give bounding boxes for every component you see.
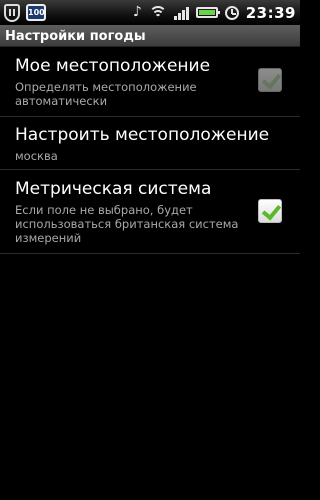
music-note-icon: ♪ [132,4,142,20]
title-bar: Настройки погоды [0,25,300,47]
page-title: Настройки погоды [5,29,146,44]
pref-configure-location[interactable]: Настроить местоположение москва [0,117,300,170]
pref-configure-location-summary: москва [15,149,58,163]
signal-strength-icon [173,6,189,20]
metric-system-checkbox[interactable] [258,199,282,223]
pref-my-location[interactable]: Мое местоположение Определять местополож… [0,47,300,117]
status-clock: 23:39 [245,3,296,22]
status-bar: 100 ♪ 23:39 [0,0,300,25]
pref-metric-system-title: Метрическая система [15,179,212,199]
system-icons: ♪ 23:39 [133,2,296,23]
pref-my-location-summary: Определять местоположение автоматически [15,80,197,108]
shield-icon [4,3,20,22]
pref-metric-system[interactable]: Метрическая система Если поле не выбрано… [0,170,300,254]
pref-configure-location-title: Настроить местоположение [15,125,270,145]
notification-icons: 100 [4,3,46,22]
battery-level-badge: 100 [26,4,46,21]
pref-metric-system-summary: Если поле не выбрано, будет использовать… [15,203,239,245]
battery-icon [195,7,220,18]
checkmark-icon [261,200,282,221]
wifi-icon [148,6,167,19]
pref-my-location-title: Мое местоположение [15,56,211,76]
my-location-checkbox[interactable] [258,68,282,92]
alarm-clock-icon [224,5,239,20]
checkmark-icon [261,69,282,90]
